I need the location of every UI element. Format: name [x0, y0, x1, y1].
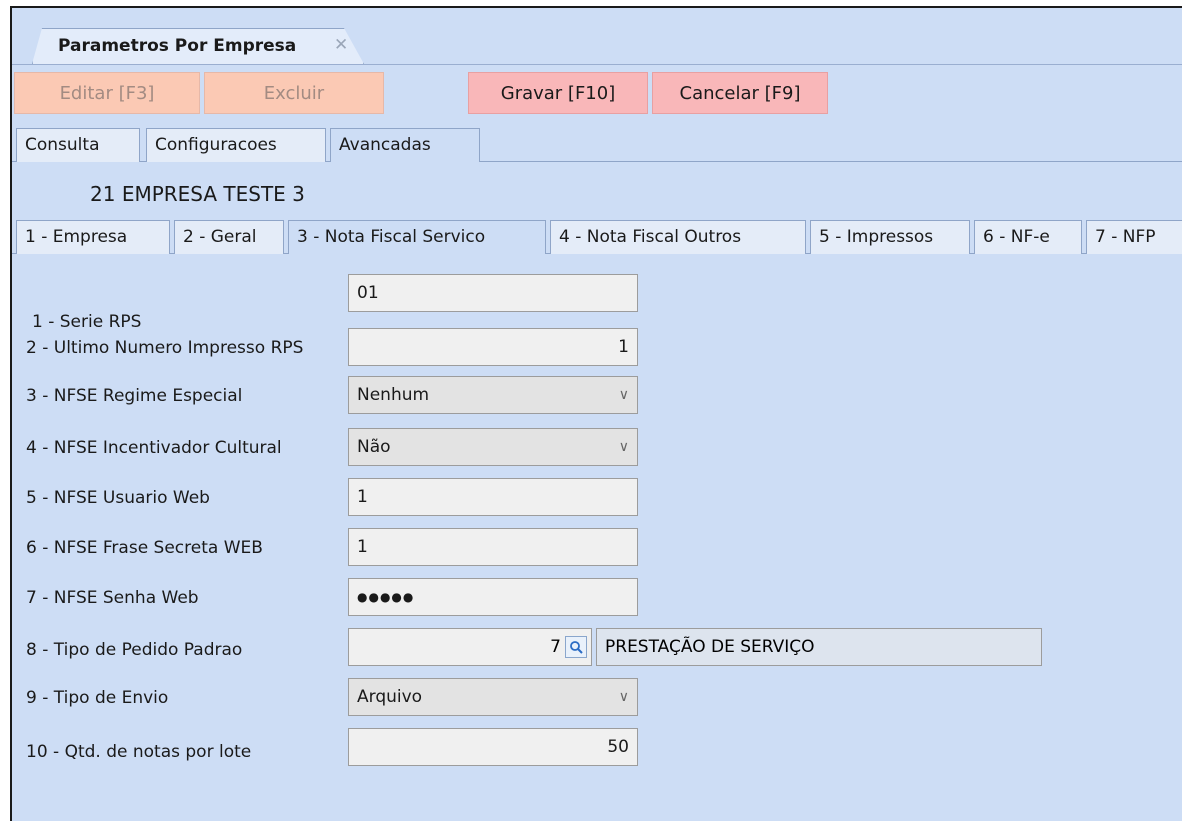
- incentivador-value: Não: [357, 437, 391, 457]
- edit-button[interactable]: Editar [F3]: [14, 72, 200, 114]
- incentivador-label: 4 - NFSE Incentivador Cultural: [26, 438, 282, 458]
- tipo-envio-select[interactable]: Arquivo ∨: [348, 678, 638, 716]
- ultimo-numero-field[interactable]: 1: [348, 328, 638, 366]
- app-window: Parametros Por Empresa ✕ Editar [F3] Exc…: [10, 6, 1182, 821]
- tab-consulta[interactable]: Consulta: [16, 128, 140, 162]
- tab-nota-fiscal-servico[interactable]: 3 - Nota Fiscal Servico: [288, 220, 546, 254]
- company-heading: 21 EMPRESA TESTE 3: [90, 182, 305, 206]
- ultimo-numero-value: 1: [618, 337, 629, 357]
- serie-rps-label: 1 - Serie RPS: [32, 312, 142, 332]
- qtd-notas-label: 10 - Qtd. de notas por lote: [26, 742, 252, 762]
- tab-nfp[interactable]: 7 - NFP: [1086, 220, 1182, 254]
- senha-web-field[interactable]: ●●●●●: [348, 578, 638, 616]
- regime-especial-label: 3 - NFSE Regime Especial: [26, 386, 243, 406]
- search-icon[interactable]: [565, 636, 587, 658]
- tipo-pedido-description: PRESTAÇÃO DE SERVIÇO: [596, 628, 1042, 666]
- chevron-down-icon[interactable]: ∨: [619, 387, 629, 403]
- tab-geral[interactable]: 2 - Geral: [174, 220, 284, 254]
- cancel-button[interactable]: Cancelar [F9]: [652, 72, 828, 114]
- tipo-envio-value: Arquivo: [357, 687, 423, 707]
- document-tab-title: Parametros Por Empresa: [58, 36, 297, 56]
- serie-rps-field[interactable]: 01: [348, 274, 638, 312]
- tab-nfe[interactable]: 6 - NF-e: [974, 220, 1082, 254]
- tab-impressos[interactable]: 5 - Impressos: [810, 220, 970, 254]
- regime-especial-value: Nenhum: [357, 385, 430, 405]
- frase-secreta-value: 1: [357, 537, 368, 557]
- tipo-envio-label: 9 - Tipo de Envio: [26, 688, 169, 708]
- ultimo-numero-label: 2 - Ultimo Numero Impresso RPS: [26, 338, 304, 358]
- tab-empresa[interactable]: 1 - Empresa: [16, 220, 170, 254]
- incentivador-select[interactable]: Não ∨: [348, 428, 638, 466]
- tipo-pedido-value: 7: [550, 637, 561, 657]
- qtd-notas-field[interactable]: 50: [348, 728, 638, 766]
- serie-rps-value: 01: [357, 283, 379, 303]
- usuario-web-label: 5 - NFSE Usuario Web: [26, 488, 210, 508]
- chevron-down-icon[interactable]: ∨: [619, 689, 629, 705]
- company-name: EMPRESA TESTE 3: [121, 182, 305, 206]
- senha-web-value: ●●●●●: [357, 590, 415, 604]
- chevron-down-icon[interactable]: ∨: [619, 439, 629, 455]
- qtd-notas-value: 50: [607, 737, 629, 757]
- tab-nota-fiscal-outros[interactable]: 4 - Nota Fiscal Outros: [550, 220, 806, 254]
- tab-avancadas[interactable]: Avancadas: [330, 128, 480, 162]
- close-icon[interactable]: ✕: [334, 35, 348, 55]
- company-code: 21: [90, 182, 116, 206]
- frase-secreta-field[interactable]: 1: [348, 528, 638, 566]
- tab-configuracoes[interactable]: Configuracoes: [146, 128, 326, 162]
- save-button[interactable]: Gravar [F10]: [468, 72, 648, 114]
- senha-web-label: 7 - NFSE Senha Web: [26, 588, 199, 608]
- usuario-web-field[interactable]: 1: [348, 478, 638, 516]
- usuario-web-value: 1: [357, 487, 368, 507]
- tipo-pedido-field[interactable]: 7: [348, 628, 592, 666]
- tipo-pedido-description-text: PRESTAÇÃO DE SERVIÇO: [605, 637, 815, 657]
- tipo-pedido-label: 8 - Tipo de Pedido Padrao: [26, 640, 243, 660]
- delete-button[interactable]: Excluir: [204, 72, 384, 114]
- frase-secreta-label: 6 - NFSE Frase Secreta WEB: [26, 538, 263, 558]
- regime-especial-select[interactable]: Nenhum ∨: [348, 376, 638, 414]
